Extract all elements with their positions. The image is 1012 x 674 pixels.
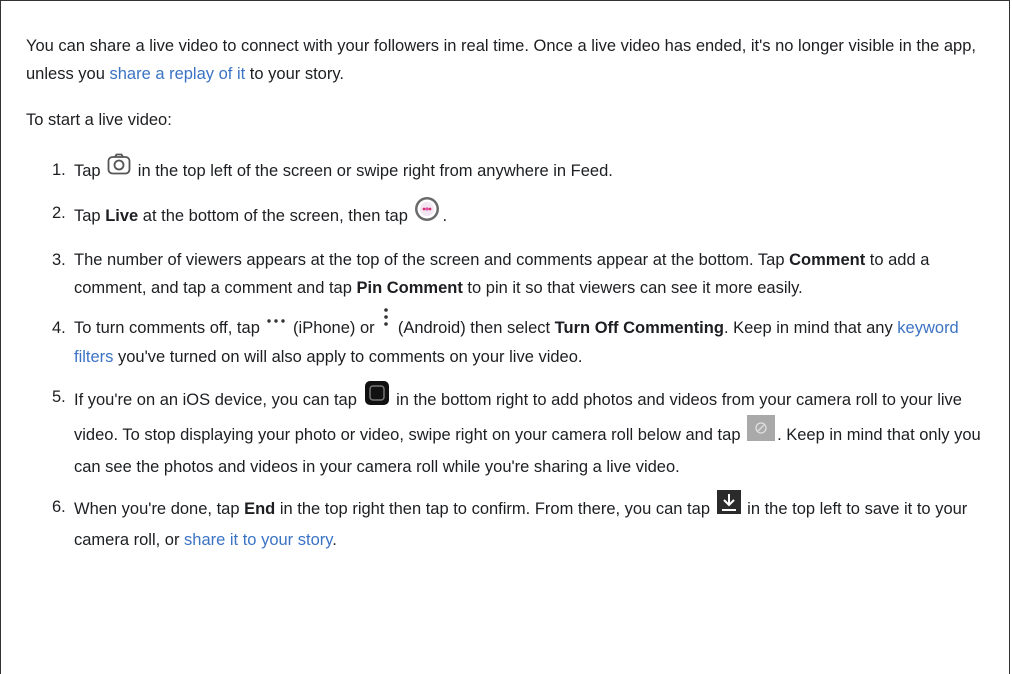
- step-number: 6.: [52, 498, 66, 517]
- intro-paragraph: You can share a live video to connect wi…: [26, 32, 1002, 88]
- list-item: 4. To turn comments off, tap (iPhone) or…: [52, 308, 1002, 371]
- intro-text-end: to your story.: [245, 65, 344, 83]
- step-text: The number of viewers appears at the top…: [74, 251, 790, 269]
- start-heading: To start a live video:: [26, 111, 172, 129]
- step-number: 5.: [52, 388, 66, 407]
- share-replay-link[interactable]: share a replay of it: [109, 65, 245, 83]
- step-text: at the bottom of the screen, then tap: [138, 206, 413, 225]
- step-text: To turn comments off, tap: [74, 319, 265, 337]
- help-article-content: You can share a live video to connect wi…: [26, 32, 1002, 566]
- step-text: (iPhone) or: [288, 319, 380, 337]
- step-text: .: [442, 206, 448, 225]
- step-text: in the top right then tap to confirm. Fr…: [275, 500, 715, 518]
- step-text: .: [332, 531, 337, 550]
- list-item: 5. If you're on an iOS device, you can t…: [52, 380, 1002, 481]
- step-number: 4.: [52, 319, 66, 337]
- live-record-icon: [414, 196, 440, 231]
- camera-icon: [107, 153, 131, 184]
- step-number: 2.: [52, 204, 66, 222]
- step-text: Tap: [74, 161, 106, 180]
- turn-off-commenting-label: Turn Off Commenting: [554, 319, 724, 337]
- step-text: you've turned on will also apply to comm…: [113, 348, 583, 367]
- step-number: 3.: [52, 251, 66, 269]
- camera-roll-icon: [364, 380, 390, 415]
- remove-media-icon: [747, 415, 776, 450]
- comment-label: Comment: [789, 251, 866, 269]
- step-text: in the top left of the screen or swipe r…: [133, 161, 613, 180]
- pin-comment-label: Pin Comment: [356, 279, 463, 297]
- step-text: (Android) then select: [393, 319, 555, 337]
- step-text: . Keep in mind that any: [723, 319, 898, 337]
- step-text: to pin it so that viewers can see it mor…: [462, 279, 803, 297]
- step-text: Tap: [74, 206, 106, 225]
- list-item: 3. The number of viewers appears at the …: [52, 246, 1002, 302]
- share-to-story-link[interactable]: share it to your story: [184, 531, 332, 549]
- end-label: End: [244, 500, 276, 518]
- step-text: If you're on an iOS device, you can tap: [74, 391, 362, 409]
- step-number: 1.: [52, 161, 66, 179]
- step-text: When you're done, tap: [74, 500, 245, 518]
- steps-list: 1. Tap in the top left of the screen or …: [26, 153, 1002, 554]
- more-vertical-icon: [381, 307, 391, 336]
- list-item: 2. Tap Live at the bottom of the screen,…: [52, 196, 1002, 234]
- live-label: Live: [105, 206, 139, 225]
- more-horizontal-icon: [266, 306, 286, 334]
- download-icon: [716, 490, 741, 523]
- list-item: 1. Tap in the top left of the screen or …: [52, 153, 1002, 187]
- list-item: 6. When you're done, tap End in the top …: [52, 490, 1002, 554]
